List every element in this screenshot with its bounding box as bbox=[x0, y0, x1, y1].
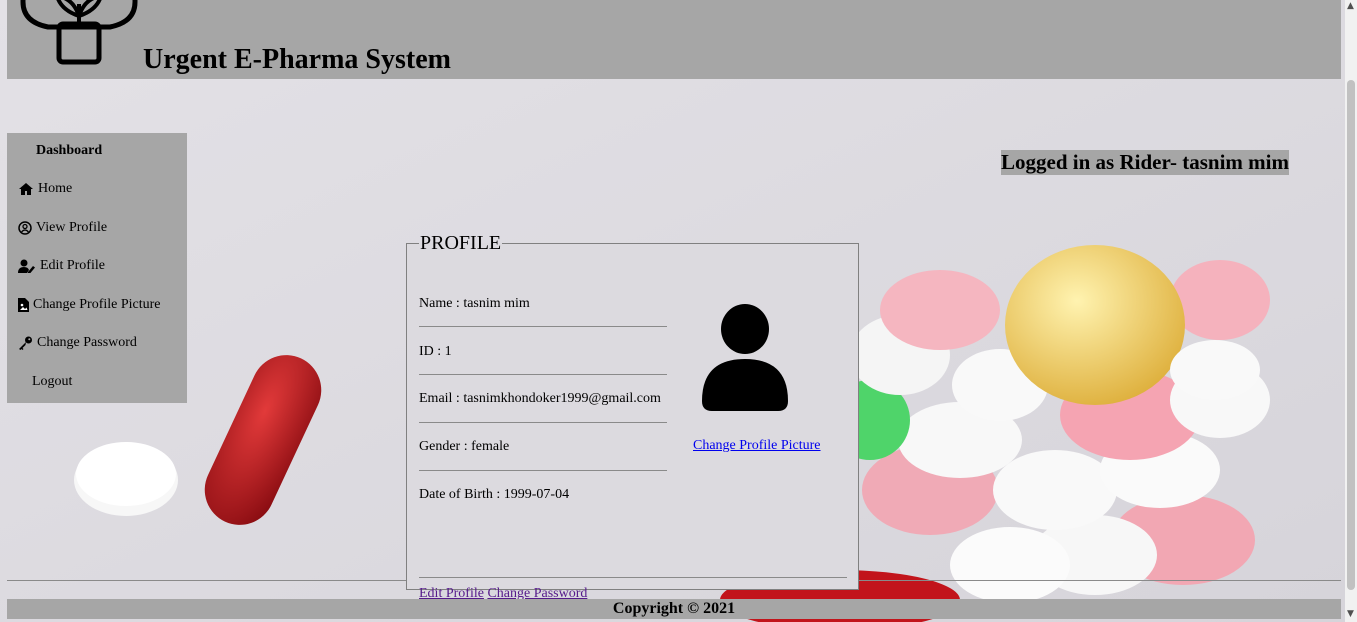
scroll-up-arrow-icon[interactable]: ▲ bbox=[1347, 2, 1354, 11]
profile-email: Email : tasnimkhondoker1999@gmail.com bbox=[419, 391, 661, 406]
sidebar-item-label: Edit Profile bbox=[40, 258, 105, 273]
sidebar-heading: Dashboard bbox=[36, 143, 103, 158]
copyright-footer: Copyright © 2021 bbox=[7, 599, 1341, 619]
divider bbox=[419, 422, 667, 423]
file-image-icon bbox=[18, 298, 29, 312]
logged-in-status: Logged in as Rider- tasnim mim bbox=[1001, 150, 1289, 175]
key-icon bbox=[19, 336, 32, 350]
divider bbox=[419, 577, 847, 578]
divider bbox=[419, 470, 667, 471]
profile-legend: PROFILE bbox=[420, 232, 502, 254]
sidebar-item-label: Logout bbox=[32, 374, 73, 389]
user-edit-icon bbox=[18, 259, 35, 273]
scrollbar-thumb[interactable] bbox=[1347, 80, 1355, 590]
divider bbox=[419, 326, 667, 327]
profile-id: ID : 1 bbox=[419, 344, 452, 359]
home-icon bbox=[19, 183, 33, 195]
change-profile-picture-link[interactable]: Change Profile Picture bbox=[693, 438, 821, 454]
sidebar-item-label: Home bbox=[38, 181, 73, 196]
divider bbox=[419, 374, 667, 375]
site-header: Urgent E-Pharma System bbox=[7, 0, 1341, 79]
sidebar-item-logout[interactable]: Logout bbox=[32, 374, 72, 390]
user-avatar-icon bbox=[702, 304, 788, 411]
sidebar-item-change-password[interactable]: Change Password bbox=[18, 335, 137, 351]
sidebar-item-label: View Profile bbox=[36, 220, 108, 235]
user-circle-icon bbox=[18, 221, 32, 235]
profile-gender: Gender : female bbox=[419, 439, 510, 454]
sidebar-item-home[interactable]: Home bbox=[18, 181, 72, 197]
profile-date-of-birth: Date of Birth : 1999-07-04 bbox=[419, 487, 570, 502]
sidebar-item-label: Change Password bbox=[37, 335, 137, 350]
sidebar-item-label: Change Profile Picture bbox=[33, 297, 161, 312]
sidebar-item-change-profile-picture[interactable]: Change Profile Picture bbox=[18, 297, 161, 313]
scroll-down-arrow-icon[interactable]: ▼ bbox=[1347, 610, 1354, 619]
profile-name: Name : tasnim mim bbox=[419, 296, 530, 311]
plant-pharmacy-logo bbox=[20, 0, 138, 65]
sidebar-dashboard: Dashboard Home View Profile Edit Profile… bbox=[7, 133, 187, 403]
site-title: Urgent E-Pharma System bbox=[143, 44, 451, 75]
sidebar-item-view-profile[interactable]: View Profile bbox=[18, 220, 107, 236]
vertical-scrollbar[interactable]: ▲ ▼ bbox=[1345, 0, 1357, 622]
profile-panel: PROFILE Name : tasnim mim ID : 1 Email :… bbox=[406, 232, 859, 601]
sidebar-item-edit-profile[interactable]: Edit Profile bbox=[18, 258, 105, 274]
